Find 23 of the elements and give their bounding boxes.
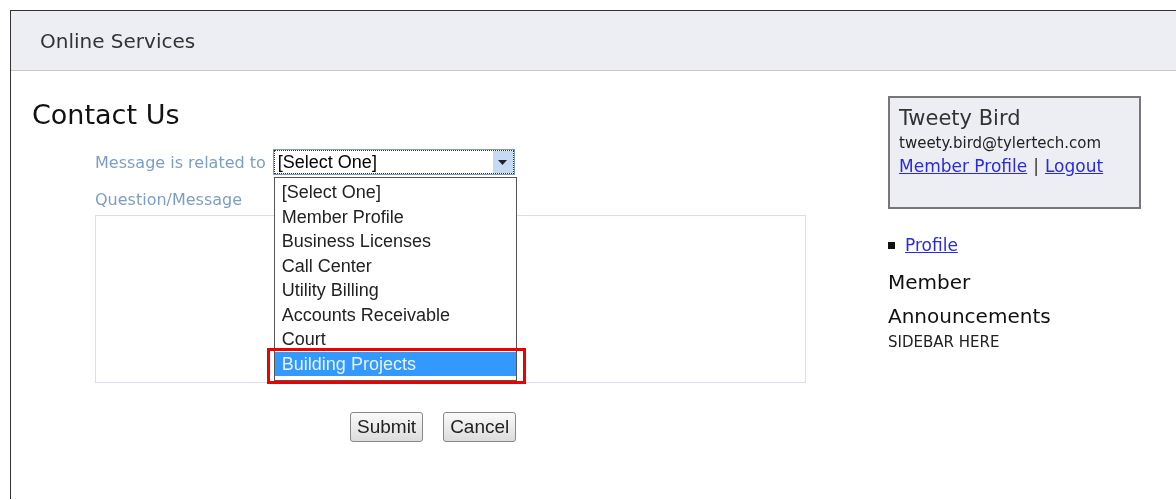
dropdown-option[interactable]: Member Profile bbox=[274, 204, 516, 229]
user-name: Tweety Bird bbox=[899, 106, 1022, 130]
profile-link[interactable]: Profile bbox=[905, 235, 958, 255]
submit-button[interactable]: Submit bbox=[350, 412, 424, 442]
dropdown-option[interactable]: Accounts Receivable bbox=[274, 302, 516, 327]
field-label: Question/Message bbox=[95, 190, 243, 209]
dropdown-option[interactable]: [Select One] bbox=[274, 180, 516, 205]
field-label: Message is related to bbox=[95, 152, 266, 172]
dropdown-option[interactable]: Business Licenses bbox=[274, 229, 516, 254]
page-title: Contact Us bbox=[32, 99, 180, 130]
section-heading: Member Announcements bbox=[888, 269, 1052, 330]
select-field[interactable]: [Select One] bbox=[273, 150, 514, 174]
dropdown-option[interactable]: Call Center bbox=[274, 253, 516, 278]
member-profile-link[interactable]: Member Profile bbox=[899, 156, 1028, 176]
site-title: Online Services bbox=[40, 28, 196, 53]
cancel-button[interactable]: Cancel bbox=[443, 412, 517, 442]
user-email: tweety.bird@tylertech.com bbox=[899, 134, 1103, 152]
dropdown-option[interactable]: Utility Billing bbox=[274, 278, 516, 303]
dropdown-option[interactable]: Court bbox=[274, 327, 516, 352]
logout-link[interactable]: Logout bbox=[1044, 156, 1104, 176]
separator: | bbox=[1033, 156, 1039, 176]
bullet-icon bbox=[888, 241, 895, 249]
sidebar-text: SIDEBAR HERE bbox=[888, 333, 1000, 351]
